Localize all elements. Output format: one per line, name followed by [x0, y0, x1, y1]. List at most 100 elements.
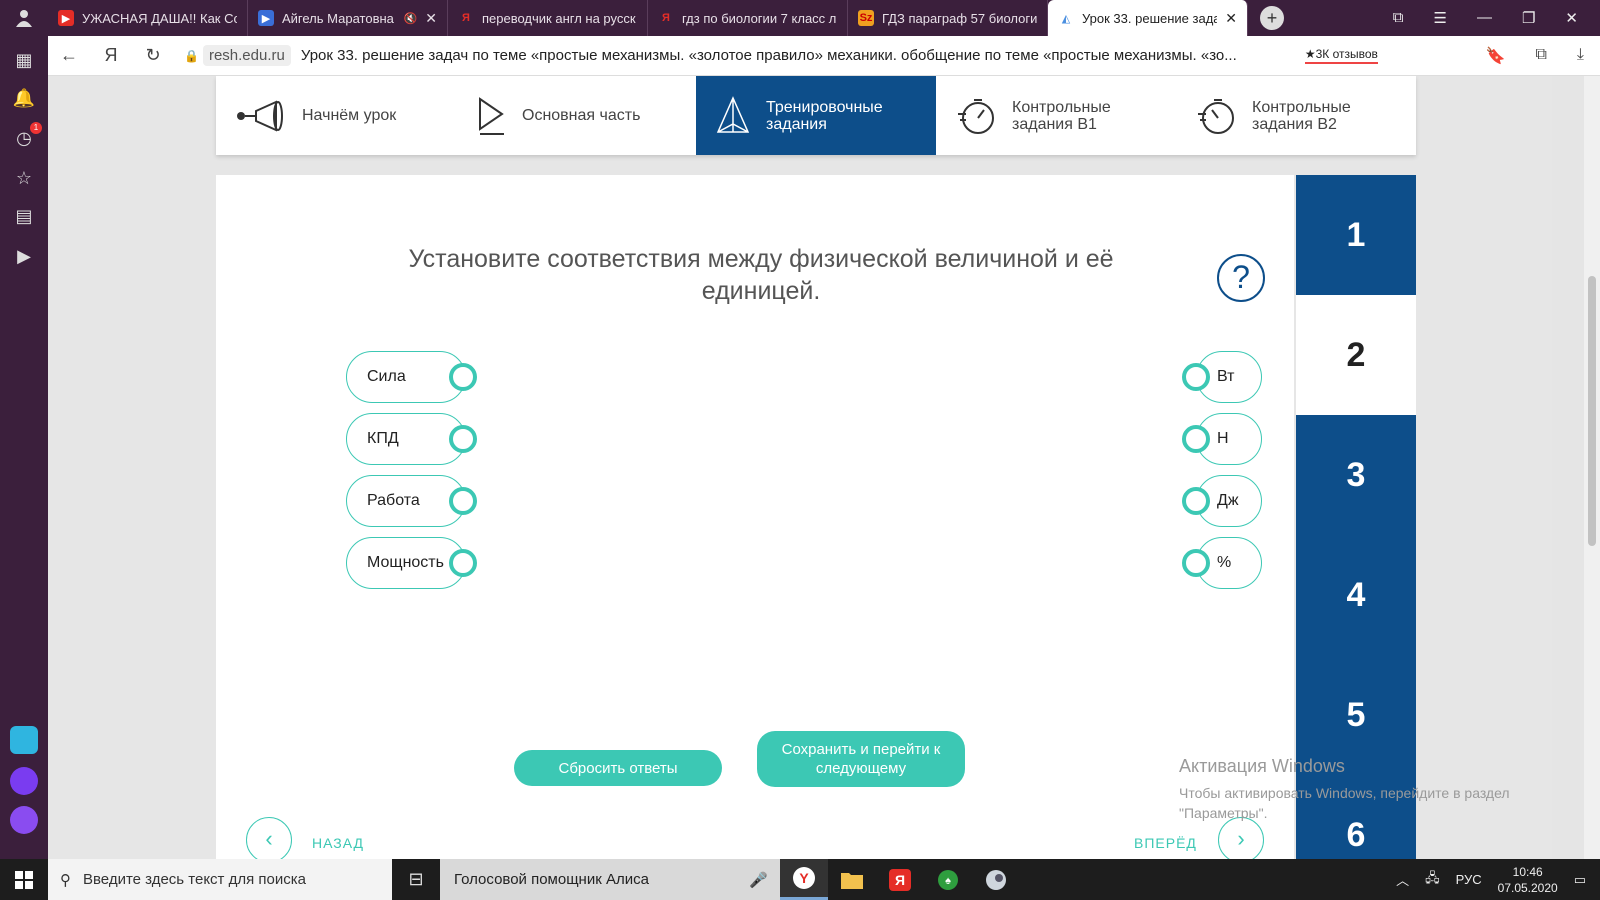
timer-icon	[958, 98, 994, 134]
profile-icon[interactable]	[0, 0, 48, 36]
left-connector[interactable]	[449, 487, 477, 515]
nav-start-lesson[interactable]: Начнём урок	[216, 76, 456, 155]
browser-tab[interactable]: Я гдз по биологии 7 класс л	[648, 0, 848, 36]
window-controls: ⧉ ☰ — ❐ ✕	[1393, 9, 1600, 27]
address-bar: ← Я ↻ 🔒 resh.edu.ru Урок 33. решение зад…	[48, 36, 1600, 76]
pyramid-icon	[716, 95, 750, 133]
file-explorer-icon[interactable]	[828, 859, 876, 900]
alice-app-icon[interactable]	[10, 767, 38, 795]
browser-tab-bar: ▶ УЖАСНАЯ ДАША!! Как Со ▶ Айгель Маратов…	[0, 0, 1600, 36]
left-connector[interactable]	[449, 549, 477, 577]
right-connector[interactable]	[1182, 363, 1210, 391]
mute-icon[interactable]: 🔇	[404, 12, 418, 25]
browser-tab[interactable]: ▶ УЖАСНАЯ ДАША!! Как Со	[48, 0, 248, 36]
left-item[interactable]: Сила	[346, 351, 466, 403]
reset-answers-button[interactable]: Сбросить ответы	[514, 750, 722, 786]
yandex-browser-taskbar-icon[interactable]: Y	[780, 859, 828, 900]
network-icon[interactable]: 🖧	[1425, 869, 1440, 891]
close-tab-icon[interactable]: ✕	[1225, 10, 1237, 27]
play-icon	[479, 96, 504, 135]
page-content: Начнём урок Основная часть Тренировочные…	[48, 76, 1552, 859]
yandex-taskbar-icon[interactable]: Я	[876, 859, 924, 900]
url-page-title[interactable]: Урок 33. решение задач по теме «простые …	[301, 47, 1291, 64]
steam-app-icon[interactable]	[972, 859, 1020, 900]
url-domain[interactable]: resh.edu.ru	[202, 45, 291, 66]
back-link[interactable]: НАЗАД	[312, 835, 364, 851]
svg-text:♠: ♠	[945, 875, 951, 887]
left-connector[interactable]	[449, 425, 477, 453]
step-1[interactable]: 1	[1296, 175, 1416, 295]
apps-grid-icon[interactable]: ▦	[12, 48, 36, 72]
question-text: Установите соответствия между физической…	[408, 245, 1114, 305]
yandex-icon: Я	[462, 12, 470, 24]
favorites-icon[interactable]: ☆	[12, 166, 36, 190]
left-item[interactable]: КПД	[346, 413, 466, 465]
taskbar-search[interactable]: ⚲ Введите здесь текст для поиска	[48, 859, 392, 900]
nav-main-part[interactable]: Основная часть	[456, 76, 696, 155]
windows-activation-watermark: Активация Windows Чтобы активировать Win…	[1179, 756, 1510, 821]
chevron-up-icon[interactable]: ︿	[1396, 870, 1409, 889]
task-view-icon[interactable]: ⊟	[392, 859, 440, 900]
timer-icon	[1198, 98, 1234, 134]
clock[interactable]: 10:46 07.05.2020	[1498, 864, 1558, 896]
left-item[interactable]: Работа	[346, 475, 466, 527]
page-scrollbar[interactable]	[1584, 76, 1600, 859]
yandex-icon: Я	[662, 12, 670, 24]
step-3[interactable]: 3	[1296, 415, 1416, 535]
task-card: Установите соответствия между физической…	[216, 175, 1294, 859]
history-icon[interactable]: ◷	[12, 126, 36, 150]
microphone-icon[interactable]: 🎤	[749, 871, 768, 889]
minimize-icon[interactable]: —	[1477, 9, 1492, 27]
menu-icon[interactable]: ☰	[1434, 9, 1447, 27]
windows-logo-icon	[15, 870, 33, 889]
game-app-icon[interactable]: ♠	[924, 859, 972, 900]
back-arrow-icon[interactable]: ‹	[246, 817, 292, 859]
left-connector[interactable]	[449, 363, 477, 391]
alice-voice-assistant[interactable]: Голосовой помощник Алиса 🎤	[440, 859, 780, 900]
messenger-app-icon[interactable]	[10, 726, 38, 754]
back-icon[interactable]: ←	[48, 45, 90, 66]
right-connector[interactable]	[1182, 487, 1210, 515]
megaphone-icon	[237, 99, 283, 132]
save-next-button[interactable]: Сохранить и перейти к следующему	[757, 731, 965, 787]
assistant-app-icon[interactable]	[10, 806, 38, 834]
reviews-badge[interactable]: ★3К отзывов	[1304, 47, 1378, 64]
lock-icon[interactable]: 🔒	[184, 49, 199, 63]
collections-icon[interactable]: ⧉	[1535, 46, 1546, 66]
close-tab-icon[interactable]: ✕	[425, 10, 437, 27]
left-item[interactable]: Мощность	[346, 537, 466, 589]
browser-tab-active[interactable]: ◭ Урок 33. решение зада ✕	[1048, 0, 1248, 36]
notifications-icon[interactable]: 🔔	[12, 86, 36, 110]
nav-training-tasks[interactable]: Тренировочные задания	[696, 76, 936, 155]
help-icon[interactable]: ?	[1217, 254, 1265, 302]
notification-center-icon[interactable]: ▭	[1574, 872, 1586, 888]
windows-taskbar: ⚲ Введите здесь текст для поиска ⊟ Голос…	[0, 859, 1600, 900]
step-2-current[interactable]: 2	[1296, 295, 1416, 415]
forward-arrow-icon[interactable]: ›	[1218, 817, 1264, 859]
step-4[interactable]: 4	[1296, 535, 1416, 655]
browser-tab[interactable]: Sz ГДЗ параграф 57 биологи	[848, 0, 1048, 36]
collections-icon[interactable]: ▤	[12, 204, 36, 228]
nav-control-b1[interactable]: Контрольные задания В1	[936, 76, 1176, 155]
browser-tab[interactable]: ▶ Айгель Маратовна 🔇 ✕	[248, 0, 448, 36]
new-tab-button[interactable]: +	[1260, 6, 1284, 30]
lesson-navigation: Начнём урок Основная часть Тренировочные…	[216, 76, 1416, 155]
right-connector[interactable]	[1182, 425, 1210, 453]
download-icon[interactable]: ⤓	[1577, 46, 1584, 66]
yandex-home-icon[interactable]: Я	[90, 45, 132, 66]
right-connector[interactable]	[1182, 549, 1210, 577]
bookmarks-panel-icon[interactable]: ⧉	[1393, 9, 1404, 27]
scrollbar-thumb[interactable]	[1588, 276, 1596, 546]
search-input[interactable]: Введите здесь текст для поиска	[83, 871, 306, 888]
close-window-icon[interactable]: ✕	[1565, 9, 1578, 27]
start-button[interactable]	[0, 859, 48, 900]
language-indicator[interactable]: РУС	[1456, 872, 1482, 887]
reload-icon[interactable]: ↻	[132, 45, 174, 66]
gdz-icon: Sz	[858, 10, 874, 26]
restore-icon[interactable]: ❐	[1522, 9, 1535, 27]
nav-control-b2[interactable]: Контрольные задания В2	[1176, 76, 1416, 155]
forward-link[interactable]: ВПЕРЁД	[1134, 835, 1197, 851]
bookmark-icon[interactable]: 🔖	[1486, 46, 1506, 66]
browser-tab[interactable]: Я переводчик англ на русск	[448, 0, 648, 36]
media-icon[interactable]: ▶	[12, 244, 36, 268]
